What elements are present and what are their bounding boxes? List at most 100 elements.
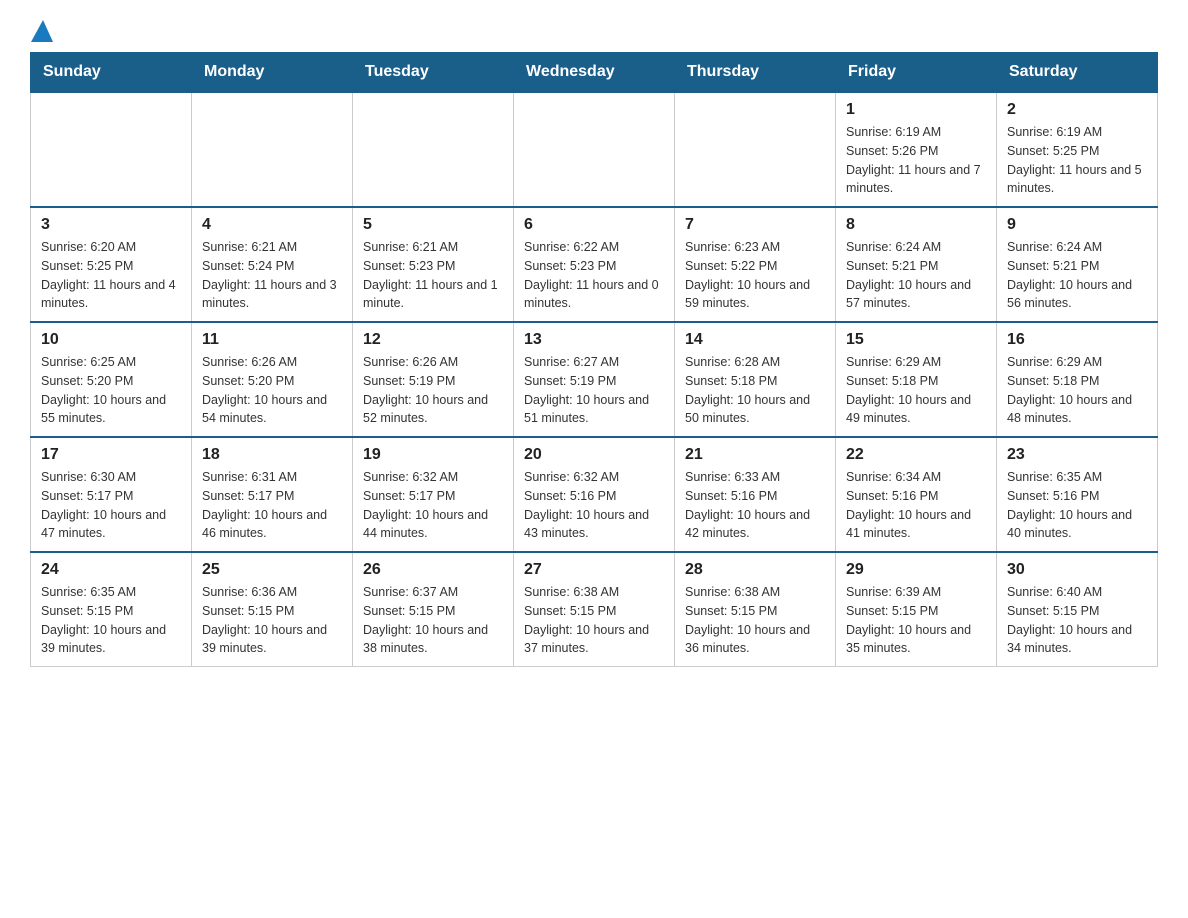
calendar-cell: 20 Sunrise: 6:32 AMSunset: 5:16 PMDayligh… — [514, 437, 675, 552]
logo-triangle-icon — [31, 20, 53, 42]
day-info: Sunrise: 6:31 AMSunset: 5:17 PMDaylight:… — [202, 470, 327, 540]
weekday-thursday: Thursday — [675, 53, 836, 93]
calendar-cell: 25 Sunrise: 6:36 AMSunset: 5:15 PMDayligh… — [192, 552, 353, 667]
calendar-body: 1 Sunrise: 6:19 AMSunset: 5:26 PMDaylight… — [31, 92, 1158, 667]
day-number: 5 — [363, 216, 503, 234]
day-number: 15 — [846, 331, 986, 349]
calendar-cell — [675, 92, 836, 207]
day-number: 27 — [524, 561, 664, 579]
calendar-week-3: 10Sunrise: 6:25 AMSunset: 5:20 PMDayligh… — [31, 322, 1158, 437]
day-number: 16 — [1007, 331, 1147, 349]
day-number: 24 — [41, 561, 181, 579]
day-info: Sunrise: 6:35 AMSunset: 5:16 PMDaylight:… — [1007, 470, 1132, 540]
day-number: 1 — [846, 101, 986, 119]
day-info: Sunrise: 6:22 AMSunset: 5:23 PMDaylight:… — [524, 240, 659, 310]
day-info: Sunrise: 6:29 AMSunset: 5:18 PMDaylight:… — [1007, 355, 1132, 425]
day-number: 2 — [1007, 101, 1147, 119]
calendar-cell: 17 Sunrise: 6:30 AMSunset: 5:17 PMDayligh… — [31, 437, 192, 552]
calendar-cell — [514, 92, 675, 207]
calendar-week-2: 3Sunrise: 6:20 AMSunset: 5:25 PMDaylight… — [31, 207, 1158, 322]
calendar-week-1: 1 Sunrise: 6:19 AMSunset: 5:26 PMDaylight… — [31, 92, 1158, 207]
calendar-week-5: 24 Sunrise: 6:35 AMSunset: 5:15 PMDayligh… — [31, 552, 1158, 667]
weekday-friday: Friday — [836, 53, 997, 93]
calendar-cell: 13 Sunrise: 6:27 AMSunset: 5:19 PMDayligh… — [514, 322, 675, 437]
day-number: 20 — [524, 446, 664, 464]
day-info: Sunrise: 6:21 AMSunset: 5:23 PMDaylight:… — [363, 240, 498, 310]
day-info: Sunrise: 6:38 AMSunset: 5:15 PMDaylight:… — [524, 585, 649, 655]
calendar-cell: 21 Sunrise: 6:33 AMSunset: 5:16 PMDayligh… — [675, 437, 836, 552]
day-number: 23 — [1007, 446, 1147, 464]
calendar-table: SundayMondayTuesdayWednesdayThursdayFrid… — [30, 52, 1158, 667]
day-number: 10 — [41, 331, 181, 349]
calendar-cell: 16 Sunrise: 6:29 AMSunset: 5:18 PMDayligh… — [997, 322, 1158, 437]
day-info: Sunrise: 6:19 AMSunset: 5:25 PMDaylight:… — [1007, 125, 1142, 195]
calendar-cell: 6 Sunrise: 6:22 AMSunset: 5:23 PMDaylight… — [514, 207, 675, 322]
day-number: 4 — [202, 216, 342, 234]
day-info: Sunrise: 6:35 AMSunset: 5:15 PMDaylight:… — [41, 585, 166, 655]
day-info: Sunrise: 6:26 AMSunset: 5:19 PMDaylight:… — [363, 355, 488, 425]
calendar-cell: 23 Sunrise: 6:35 AMSunset: 5:16 PMDayligh… — [997, 437, 1158, 552]
logo — [30, 20, 53, 42]
day-info: Sunrise: 6:21 AMSunset: 5:24 PMDaylight:… — [202, 240, 337, 310]
day-info: Sunrise: 6:32 AMSunset: 5:16 PMDaylight:… — [524, 470, 649, 540]
day-number: 14 — [685, 331, 825, 349]
weekday-sunday: Sunday — [31, 53, 192, 93]
calendar-cell — [353, 92, 514, 207]
calendar-cell: 29Sunrise: 6:39 AMSunset: 5:15 PMDayligh… — [836, 552, 997, 667]
calendar-cell: 19 Sunrise: 6:32 AMSunset: 5:17 PMDayligh… — [353, 437, 514, 552]
calendar-cell: 27 Sunrise: 6:38 AMSunset: 5:15 PMDayligh… — [514, 552, 675, 667]
day-number: 11 — [202, 331, 342, 349]
weekday-wednesday: Wednesday — [514, 53, 675, 93]
calendar-cell: 24 Sunrise: 6:35 AMSunset: 5:15 PMDayligh… — [31, 552, 192, 667]
day-number: 6 — [524, 216, 664, 234]
day-number: 30 — [1007, 561, 1147, 579]
day-info: Sunrise: 6:34 AMSunset: 5:16 PMDaylight:… — [846, 470, 971, 540]
weekday-tuesday: Tuesday — [353, 53, 514, 93]
day-number: 13 — [524, 331, 664, 349]
day-number: 26 — [363, 561, 503, 579]
calendar-cell: 28Sunrise: 6:38 AMSunset: 5:15 PMDayligh… — [675, 552, 836, 667]
day-number: 22 — [846, 446, 986, 464]
calendar-cell — [192, 92, 353, 207]
calendar-cell: 14 Sunrise: 6:28 AMSunset: 5:18 PMDayligh… — [675, 322, 836, 437]
day-info: Sunrise: 6:30 AMSunset: 5:17 PMDaylight:… — [41, 470, 166, 540]
day-number: 25 — [202, 561, 342, 579]
page-header — [30, 20, 1158, 42]
calendar-cell: 7 Sunrise: 6:23 AMSunset: 5:22 PMDaylight… — [675, 207, 836, 322]
day-number: 8 — [846, 216, 986, 234]
day-number: 19 — [363, 446, 503, 464]
day-info: Sunrise: 6:39 AMSunset: 5:15 PMDaylight:… — [846, 585, 971, 655]
day-info: Sunrise: 6:37 AMSunset: 5:15 PMDaylight:… — [363, 585, 488, 655]
weekday-header-row: SundayMondayTuesdayWednesdayThursdayFrid… — [31, 53, 1158, 93]
day-info: Sunrise: 6:36 AMSunset: 5:15 PMDaylight:… — [202, 585, 327, 655]
day-number: 7 — [685, 216, 825, 234]
day-info: Sunrise: 6:23 AMSunset: 5:22 PMDaylight:… — [685, 240, 810, 310]
day-info: Sunrise: 6:27 AMSunset: 5:19 PMDaylight:… — [524, 355, 649, 425]
day-number: 21 — [685, 446, 825, 464]
calendar-cell: 1 Sunrise: 6:19 AMSunset: 5:26 PMDaylight… — [836, 92, 997, 207]
calendar-cell: 11Sunrise: 6:26 AMSunset: 5:20 PMDayligh… — [192, 322, 353, 437]
day-info: Sunrise: 6:32 AMSunset: 5:17 PMDaylight:… — [363, 470, 488, 540]
day-number: 18 — [202, 446, 342, 464]
calendar-cell: 9Sunrise: 6:24 AMSunset: 5:21 PMDaylight… — [997, 207, 1158, 322]
calendar-cell: 10Sunrise: 6:25 AMSunset: 5:20 PMDayligh… — [31, 322, 192, 437]
day-info: Sunrise: 6:19 AMSunset: 5:26 PMDaylight:… — [846, 125, 981, 195]
day-number: 9 — [1007, 216, 1147, 234]
day-info: Sunrise: 6:40 AMSunset: 5:15 PMDaylight:… — [1007, 585, 1132, 655]
day-number: 12 — [363, 331, 503, 349]
calendar-cell: 18 Sunrise: 6:31 AMSunset: 5:17 PMDayligh… — [192, 437, 353, 552]
day-number: 28 — [685, 561, 825, 579]
calendar-cell: 2 Sunrise: 6:19 AMSunset: 5:25 PMDaylight… — [997, 92, 1158, 207]
calendar-cell: 26 Sunrise: 6:37 AMSunset: 5:15 PMDayligh… — [353, 552, 514, 667]
day-info: Sunrise: 6:33 AMSunset: 5:16 PMDaylight:… — [685, 470, 810, 540]
day-info: Sunrise: 6:28 AMSunset: 5:18 PMDaylight:… — [685, 355, 810, 425]
calendar-cell: 4 Sunrise: 6:21 AMSunset: 5:24 PMDaylight… — [192, 207, 353, 322]
calendar-header: SundayMondayTuesdayWednesdayThursdayFrid… — [31, 53, 1158, 93]
day-number: 17 — [41, 446, 181, 464]
day-info: Sunrise: 6:24 AMSunset: 5:21 PMDaylight:… — [846, 240, 971, 310]
weekday-saturday: Saturday — [997, 53, 1158, 93]
calendar-cell: 15Sunrise: 6:29 AMSunset: 5:18 PMDayligh… — [836, 322, 997, 437]
calendar-cell: 22 Sunrise: 6:34 AMSunset: 5:16 PMDayligh… — [836, 437, 997, 552]
calendar-cell: 30 Sunrise: 6:40 AMSunset: 5:15 PMDayligh… — [997, 552, 1158, 667]
day-number: 3 — [41, 216, 181, 234]
